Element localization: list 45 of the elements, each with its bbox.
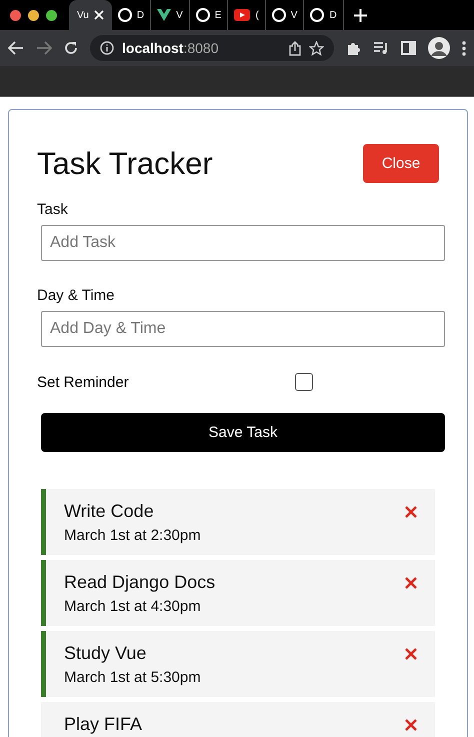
back-icon[interactable] — [8, 41, 24, 55]
delete-icon[interactable] — [405, 648, 417, 660]
share-icon[interactable] — [289, 40, 301, 56]
playlist-icon[interactable] — [373, 41, 389, 55]
maximize-window-button[interactable] — [46, 10, 57, 20]
side-panel-icon[interactable] — [401, 41, 416, 55]
avatar-icon[interactable] — [428, 37, 450, 59]
task-title: Write Code — [64, 501, 154, 522]
task-date: March 1st at 4:30pm — [64, 598, 202, 615]
task-title: Read Django Docs — [64, 572, 216, 593]
delete-icon[interactable] — [405, 506, 417, 518]
url-text: localhost:8080 — [122, 40, 219, 56]
browser-tab[interactable]: Vu — [69, 0, 112, 30]
task-card[interactable]: Write Code March 1st at 2:30pm — [41, 489, 435, 555]
close-tab-icon[interactable] — [94, 10, 104, 20]
task-card[interactable]: Read Django Docs March 1st at 4:30pm — [41, 560, 435, 626]
task-card[interactable]: Play FIFA — [41, 702, 435, 737]
close-button[interactable]: Close — [363, 144, 439, 183]
field-label: Day & Time — [37, 287, 116, 304]
forward-icon[interactable] — [36, 41, 52, 55]
app-title: Task Tracker — [37, 146, 213, 182]
delete-icon[interactable] — [405, 576, 417, 588]
save-task-button[interactable]: Save Task — [41, 413, 445, 452]
close-window-button[interactable] — [10, 10, 21, 20]
puzzle-icon[interactable] — [346, 40, 361, 56]
menu-icon[interactable] — [462, 40, 466, 56]
reminder-label: Set Reminder — [37, 374, 130, 390]
task-title: Study Vue — [64, 643, 146, 664]
delete-icon[interactable] — [405, 718, 417, 730]
info-icon — [100, 41, 114, 55]
task-title: Play FIFA — [64, 714, 142, 735]
play-logo-icon — [234, 9, 250, 21]
reminder-checkbox[interactable] — [295, 373, 313, 391]
address-bar[interactable]: localhost:8080 — [90, 35, 334, 61]
minimize-window-button[interactable] — [28, 10, 39, 20]
star-icon[interactable] — [309, 40, 324, 56]
day-time-input-field[interactable]: Add Day & Time — [41, 311, 445, 347]
v-logo-icon — [157, 9, 172, 21]
task-date: March 1st at 2:30pm — [64, 527, 202, 544]
field-label: Task — [37, 201, 69, 218]
task-input-field[interactable]: Add Task — [41, 225, 445, 261]
reload-icon[interactable] — [64, 41, 78, 55]
new-tab-icon[interactable] — [354, 8, 367, 22]
task-card[interactable]: Study Vue March 1st at 5:30pm — [41, 631, 435, 697]
task-date: March 1st at 5:30pm — [64, 669, 202, 686]
